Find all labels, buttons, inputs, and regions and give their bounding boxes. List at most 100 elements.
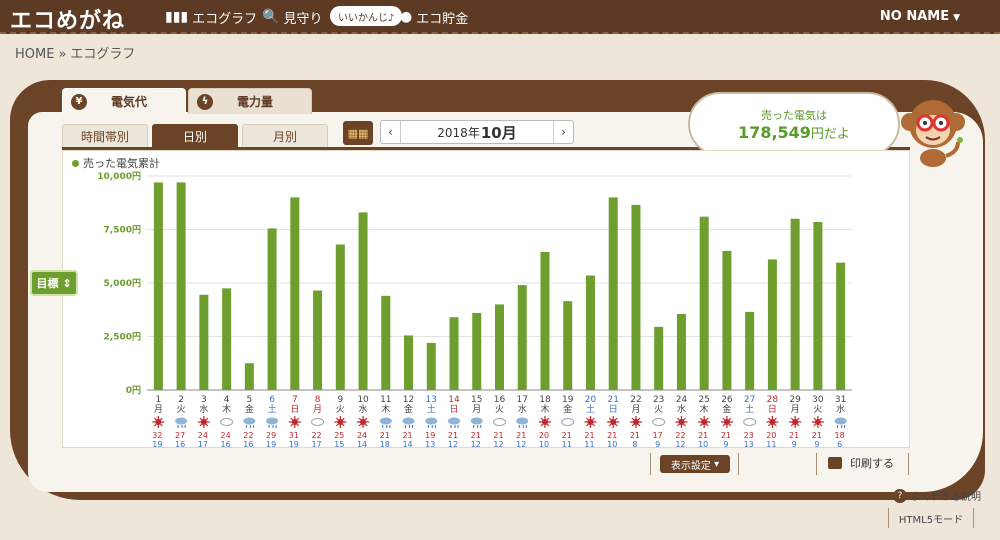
user-menu[interactable]: NO NAME ▼ (880, 9, 960, 24)
x-tick-day: 2 (178, 395, 184, 405)
x-tick-day: 20 (585, 395, 597, 405)
prev-month-button[interactable]: ‹ (381, 121, 401, 143)
low-temp-label: 10 (607, 440, 617, 448)
x-tick-weekday: 日 (290, 404, 299, 415)
y-tick-label: 0円 (126, 385, 141, 396)
high-temp-label: 21 (516, 431, 526, 440)
sun-icon (334, 416, 347, 428)
display-settings-button[interactable]: 表示設定 ▾ (660, 455, 730, 473)
target-button-label: 目標 (36, 277, 59, 290)
bubble-caption: 売った電気は (761, 108, 827, 122)
next-month-button[interactable]: › (553, 121, 573, 143)
x-tick-day: 29 (789, 395, 801, 405)
bar (517, 285, 527, 390)
nav-eco-savings[interactable]: ● エコ貯金 (400, 0, 468, 34)
sun-icon (766, 416, 779, 428)
printer-icon (828, 457, 842, 469)
bar (176, 182, 186, 390)
divider (650, 453, 651, 475)
daily-bar-chart: 0円2,500円5,000円7,500円10,000円1月32192火27163… (97, 171, 852, 448)
rain-icon (448, 417, 461, 425)
cloud-icon (311, 418, 325, 426)
x-tick-weekday: 土 (745, 403, 754, 415)
coin-icon: ● (400, 9, 413, 25)
low-temp-label: 10 (698, 440, 708, 448)
tab-hourly[interactable]: 時間帯別 (62, 124, 148, 148)
rain-icon (425, 417, 438, 425)
bar (267, 228, 277, 390)
low-temp-label: 19 (152, 440, 162, 448)
low-temp-label: 17 (311, 440, 321, 448)
sun-icon (629, 416, 642, 428)
bar (472, 312, 482, 390)
print-button[interactable]: 印刷する (828, 455, 894, 471)
bar (313, 290, 323, 390)
cloud-icon (493, 418, 506, 426)
low-temp-label: 11 (584, 440, 594, 448)
high-temp-label: 17 (653, 431, 663, 440)
x-tick-day: 10 (357, 395, 369, 405)
tab-monthly[interactable]: 月別 (242, 124, 328, 148)
tab-electricity-amount[interactable]: ϟ 電力量 (188, 88, 312, 114)
brand-logo[interactable]: エコめがね (10, 3, 125, 35)
x-tick-weekday: 月 (154, 404, 163, 415)
low-temp-label: 12 (493, 440, 503, 448)
low-temp-label: 13 (425, 440, 435, 448)
nav-mimamori[interactable]: 🔍 見守り (262, 0, 322, 34)
lightning-icon: ϟ (197, 93, 213, 110)
help-label: よくわかる説明 (911, 492, 981, 503)
rain-icon (243, 417, 256, 425)
high-temp-label: 18 (835, 431, 845, 440)
x-tick-weekday: 水 (359, 403, 368, 415)
calendar-icon[interactable]: ▦▦ (343, 121, 373, 145)
divider (908, 453, 909, 475)
sun-icon (675, 416, 688, 428)
x-tick-weekday: 月 (313, 404, 322, 415)
x-tick-weekday: 土 (586, 403, 595, 415)
rain-icon (177, 425, 186, 428)
x-tick-weekday: 水 (677, 403, 686, 415)
bar (199, 294, 209, 390)
low-temp-label: 12 (516, 440, 526, 448)
high-temp-label: 23 (744, 431, 754, 440)
x-tick-weekday: 土 (427, 403, 436, 415)
rain-icon (175, 417, 188, 425)
low-temp-label: 11 (766, 440, 776, 448)
low-temp-label: 12 (675, 440, 685, 448)
rain-icon (266, 417, 279, 425)
sun-icon (720, 416, 733, 428)
top-bar: エコめがね ▮▮▮ エコグラフ 🔍 見守り いいかんじ♪ ● エコ貯金 NO N… (0, 0, 1000, 34)
high-temp-label: 32 (152, 431, 162, 440)
x-tick-day: 28 (767, 395, 779, 405)
sold-electricity-bubble: 売った電気は 178,549円だよ (688, 92, 900, 156)
low-temp-label: 12 (471, 440, 481, 448)
help-link[interactable]: ? よくわかる説明 (893, 488, 981, 503)
html5-mode-button[interactable]: HTML5モード (888, 508, 974, 528)
display-settings-label: 表示設定 (670, 460, 711, 472)
breadcrumb-home[interactable]: HOME (15, 47, 54, 62)
tab-electricity-cost[interactable]: ¥ 電気代 (62, 88, 186, 114)
x-tick-day: 17 (517, 395, 528, 405)
tab-electricity-amount-label: 電力量 (237, 95, 274, 109)
nav-eco-graph-label: エコグラフ (192, 11, 258, 27)
nav-eco-savings-label: エコ貯金 (416, 11, 469, 27)
low-temp-label: 9 (655, 440, 660, 448)
high-temp-label: 20 (539, 431, 549, 440)
x-tick-day: 6 (269, 395, 275, 405)
bar (745, 311, 755, 390)
bar (540, 251, 550, 390)
high-temp-label: 21 (402, 431, 412, 440)
nav-eco-graph[interactable]: ▮▮▮ エコグラフ (165, 0, 257, 34)
rain-icon (837, 425, 846, 428)
low-temp-label: 11 (562, 440, 572, 448)
low-temp-label: 18 (380, 440, 390, 448)
high-temp-label: 27 (175, 431, 185, 440)
x-tick-day: 7 (292, 395, 298, 405)
bar (767, 259, 777, 390)
bar (722, 250, 732, 390)
cloud-icon (652, 418, 666, 426)
rain-icon (268, 425, 277, 428)
tab-daily[interactable]: 日別 (152, 124, 238, 148)
yen-icon: ¥ (71, 93, 87, 110)
sun-icon (811, 416, 824, 428)
